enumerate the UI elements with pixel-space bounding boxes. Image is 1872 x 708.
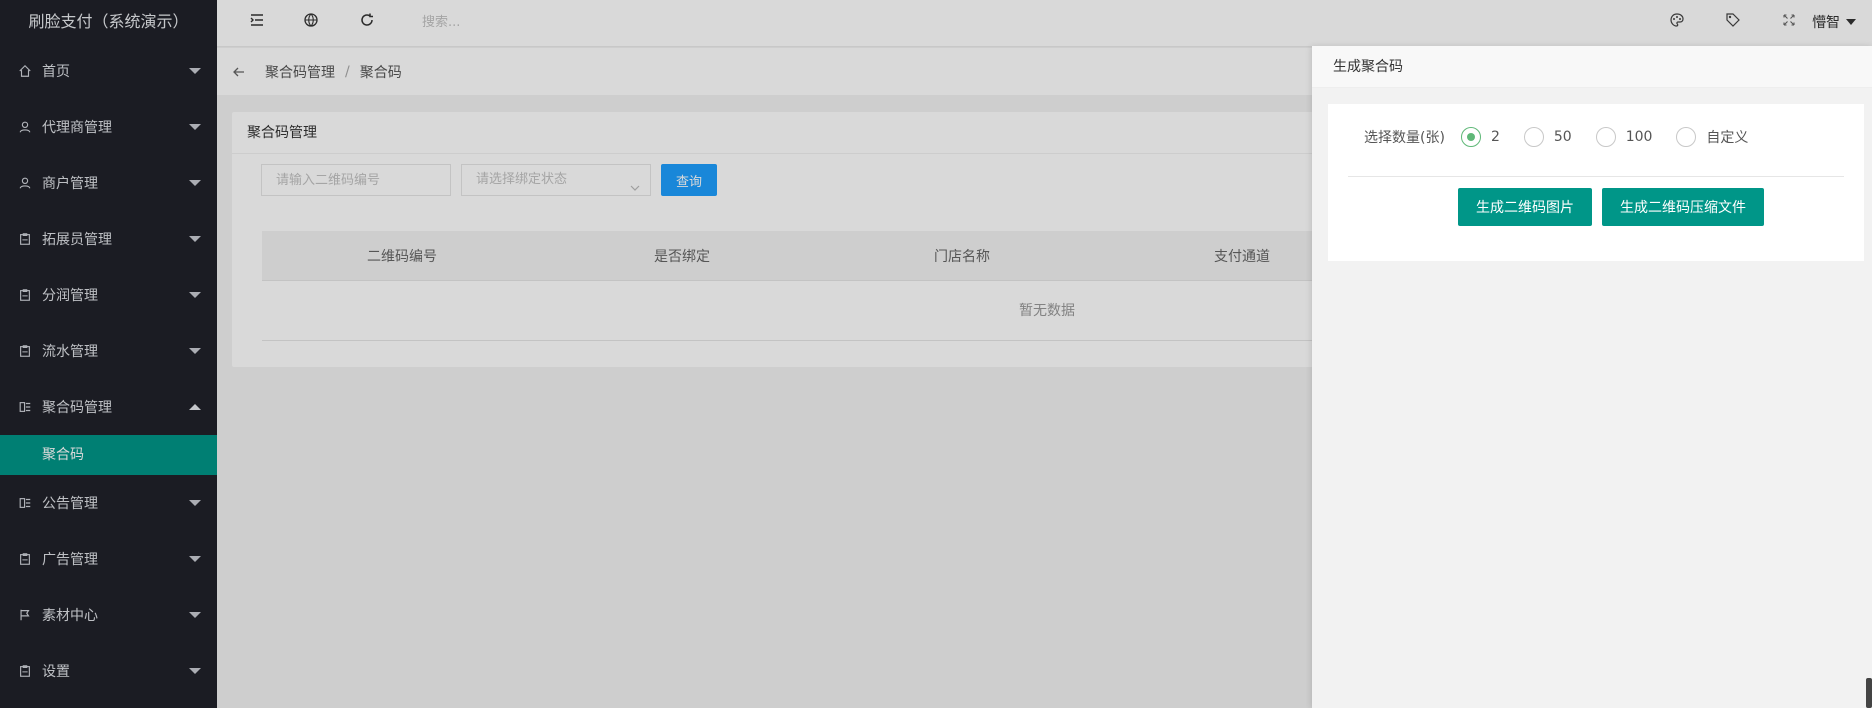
drawer-form: 选择数量(张) 2 50 100 自定义 生成二维码图片 生成二维码压缩文件 [1328,104,1864,261]
drawer-title: 生成聚合码 [1312,46,1872,88]
generate-drawer: 生成聚合码 选择数量(张) 2 50 100 自定义 生成二维码图片 生成二维码… [1312,46,1872,708]
radio-unchecked-icon [1676,127,1697,147]
generate-zip-button[interactable]: 生成二维码压缩文件 [1602,188,1764,226]
radio-label: 自定义 [1706,130,1749,146]
radio-qty-2[interactable]: 2 [1460,127,1500,147]
radio-label: 100 [1625,129,1653,145]
quantity-label: 选择数量(张) [1364,130,1445,146]
radio-checked-icon [1460,127,1481,147]
radio-qty-50[interactable]: 50 [1523,127,1572,147]
scrollbar-thumb[interactable] [1866,678,1872,708]
radio-qty-custom[interactable]: 自定义 [1676,127,1748,147]
radio-unchecked-icon [1595,127,1616,147]
quantity-row: 选择数量(张) 2 50 100 自定义 [1364,122,1772,152]
radio-qty-100[interactable]: 100 [1595,127,1653,147]
radio-unchecked-icon [1523,127,1544,147]
form-divider [1348,176,1844,177]
radio-label: 50 [1553,129,1572,145]
generate-image-button[interactable]: 生成二维码图片 [1458,188,1592,226]
radio-label: 2 [1490,129,1500,145]
